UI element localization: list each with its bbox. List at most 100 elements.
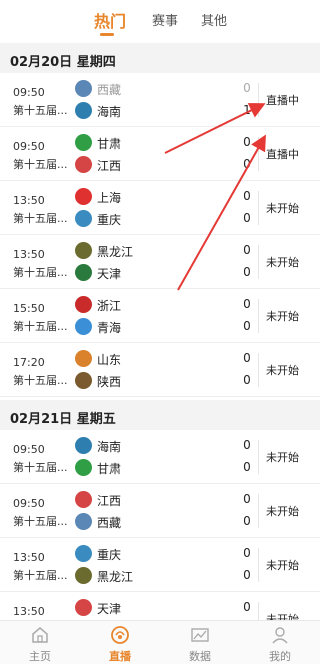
date-header: 02月20日 星期四 <box>0 43 320 73</box>
away-score: 0 <box>243 568 251 582</box>
shandong-logo-icon <box>75 350 92 367</box>
match-row[interactable]: 17:20 第十五届... 山东 陕西 0 0 未开始 <box>0 343 320 397</box>
match-row[interactable]: 13:50 第十五届... 黑龙江 天津 0 0 未开始 <box>0 235 320 289</box>
match-row[interactable]: 13:50 第十五届... 上海 重庆 0 0 未开始 <box>0 181 320 235</box>
away-score: 0 <box>243 373 251 387</box>
nav-profile[interactable]: 我的 <box>240 621 320 664</box>
match-league: 第十五届... <box>13 320 68 333</box>
match-time: 13:50 <box>13 605 45 618</box>
away-score: 0 <box>243 460 251 474</box>
nav-data[interactable]: 数据 <box>160 621 240 664</box>
match-status[interactable]: 直播中 <box>266 146 299 162</box>
team-name: 甘肃 <box>97 137 122 151</box>
home-score: 0 <box>243 81 251 95</box>
match-league: 第十五届... <box>13 104 68 117</box>
team-name: 江西 <box>97 494 122 508</box>
home-score: 0 <box>243 189 251 203</box>
match-league: 第十五届... <box>13 515 68 528</box>
match-row[interactable]: 13:50 第十五届... 重庆 黑龙江 0 0 未开始 <box>0 538 320 592</box>
away-score: 0 <box>243 157 251 171</box>
away-score: 0 <box>243 319 251 333</box>
match-row[interactable]: 09:50 第十五届... 甘肃 江西 0 0 直播中 <box>0 127 320 181</box>
gansu-logo-icon <box>75 134 92 151</box>
chongqing-logo-icon <box>75 545 92 562</box>
qinghai-logo-icon <box>75 318 92 335</box>
hainan-logo-icon <box>75 437 92 454</box>
bottom-nav: 主页 直播 数据 我的 <box>0 620 320 664</box>
nav-label: 直播 <box>109 650 131 663</box>
tab-hot[interactable]: 热门 <box>94 8 126 32</box>
match-row[interactable]: 09:50 第十五届... 海南 甘肃 0 0 未开始 <box>0 430 320 484</box>
match-row[interactable]: 13:50 天津 0 未开始 <box>0 592 320 626</box>
team-name: 江西 <box>97 159 122 173</box>
divider <box>258 494 259 528</box>
home-icon <box>32 627 48 643</box>
match-status[interactable]: 未开始 <box>266 308 299 324</box>
profile-icon <box>272 627 288 644</box>
jiangxi-logo-icon <box>75 491 92 508</box>
team-name: 山东 <box>97 353 122 367</box>
date-label: 02月21日 星期五 <box>10 412 116 427</box>
xizang-logo-icon <box>75 513 92 530</box>
heilongjiang-logo-icon <box>75 242 92 259</box>
nav-live[interactable]: 直播 <box>80 621 160 664</box>
match-time: 09:50 <box>13 497 45 510</box>
team-name: 陕西 <box>97 375 122 389</box>
match-time: 17:20 <box>13 356 45 369</box>
shaanxi-logo-icon <box>75 372 92 389</box>
divider <box>258 83 259 117</box>
match-league: 第十五届... <box>13 212 68 225</box>
match-status[interactable]: 未开始 <box>266 449 299 465</box>
divider <box>258 602 259 622</box>
match-status[interactable]: 直播中 <box>266 92 299 108</box>
hainan-logo-icon <box>75 102 92 119</box>
home-score: 0 <box>243 492 251 506</box>
date-label: 02月20日 星期四 <box>10 55 116 70</box>
zhejiang-logo-icon <box>75 296 92 313</box>
home-score: 0 <box>243 297 251 311</box>
match-row[interactable]: 15:50 第十五届... 浙江 青海 0 0 未开始 <box>0 289 320 343</box>
team-name: 海南 <box>97 105 122 119</box>
match-status[interactable]: 未开始 <box>266 200 299 216</box>
team-name: 天津 <box>97 267 122 281</box>
team-name: 西藏 <box>97 516 122 530</box>
match-status[interactable]: 未开始 <box>266 362 299 378</box>
match-time: 13:50 <box>13 248 45 261</box>
live-icon <box>111 626 129 644</box>
away-score: 0 <box>243 211 251 225</box>
away-score: 0 <box>243 265 251 279</box>
tab-events[interactable]: 赛事 <box>152 10 178 29</box>
team-name: 重庆 <box>97 548 122 562</box>
nav-home[interactable]: 主页 <box>0 621 80 664</box>
tab-other[interactable]: 其他 <box>201 10 227 29</box>
data-icon <box>191 628 209 642</box>
home-score: 0 <box>243 438 251 452</box>
match-time: 13:50 <box>13 194 45 207</box>
home-score: 0 <box>243 600 251 614</box>
match-time: 15:50 <box>13 302 45 315</box>
divider <box>258 299 259 333</box>
nav-label: 我的 <box>269 650 291 663</box>
match-time: 09:50 <box>13 140 45 153</box>
gansu-logo-icon <box>75 459 92 476</box>
match-status[interactable]: 未开始 <box>266 254 299 270</box>
team-name: 黑龙江 <box>97 570 134 584</box>
match-status[interactable]: 未开始 <box>266 503 299 519</box>
match-row[interactable]: 09:50 第十五届... 江西 西藏 0 0 未开始 <box>0 484 320 538</box>
top-tab-bar: 热门 赛事 其他 <box>0 0 320 40</box>
home-score: 0 <box>243 243 251 257</box>
team-name: 浙江 <box>97 299 122 313</box>
divider <box>258 245 259 279</box>
nav-label: 主页 <box>29 650 51 663</box>
jiangxi-logo-icon <box>75 156 92 173</box>
team-name: 甘肃 <box>97 462 122 476</box>
match-league: 第十五届... <box>13 461 68 474</box>
match-row[interactable]: 09:50 第十五届... 西藏 海南 0 1 直播中 <box>0 73 320 127</box>
chongqing-logo-icon <box>75 210 92 227</box>
tianjin-logo-icon <box>75 264 92 281</box>
heilongjiang-logo-icon <box>75 567 92 584</box>
match-status[interactable]: 未开始 <box>266 557 299 573</box>
divider <box>258 353 259 387</box>
xizang-logo-icon <box>75 80 92 97</box>
divider <box>258 548 259 582</box>
